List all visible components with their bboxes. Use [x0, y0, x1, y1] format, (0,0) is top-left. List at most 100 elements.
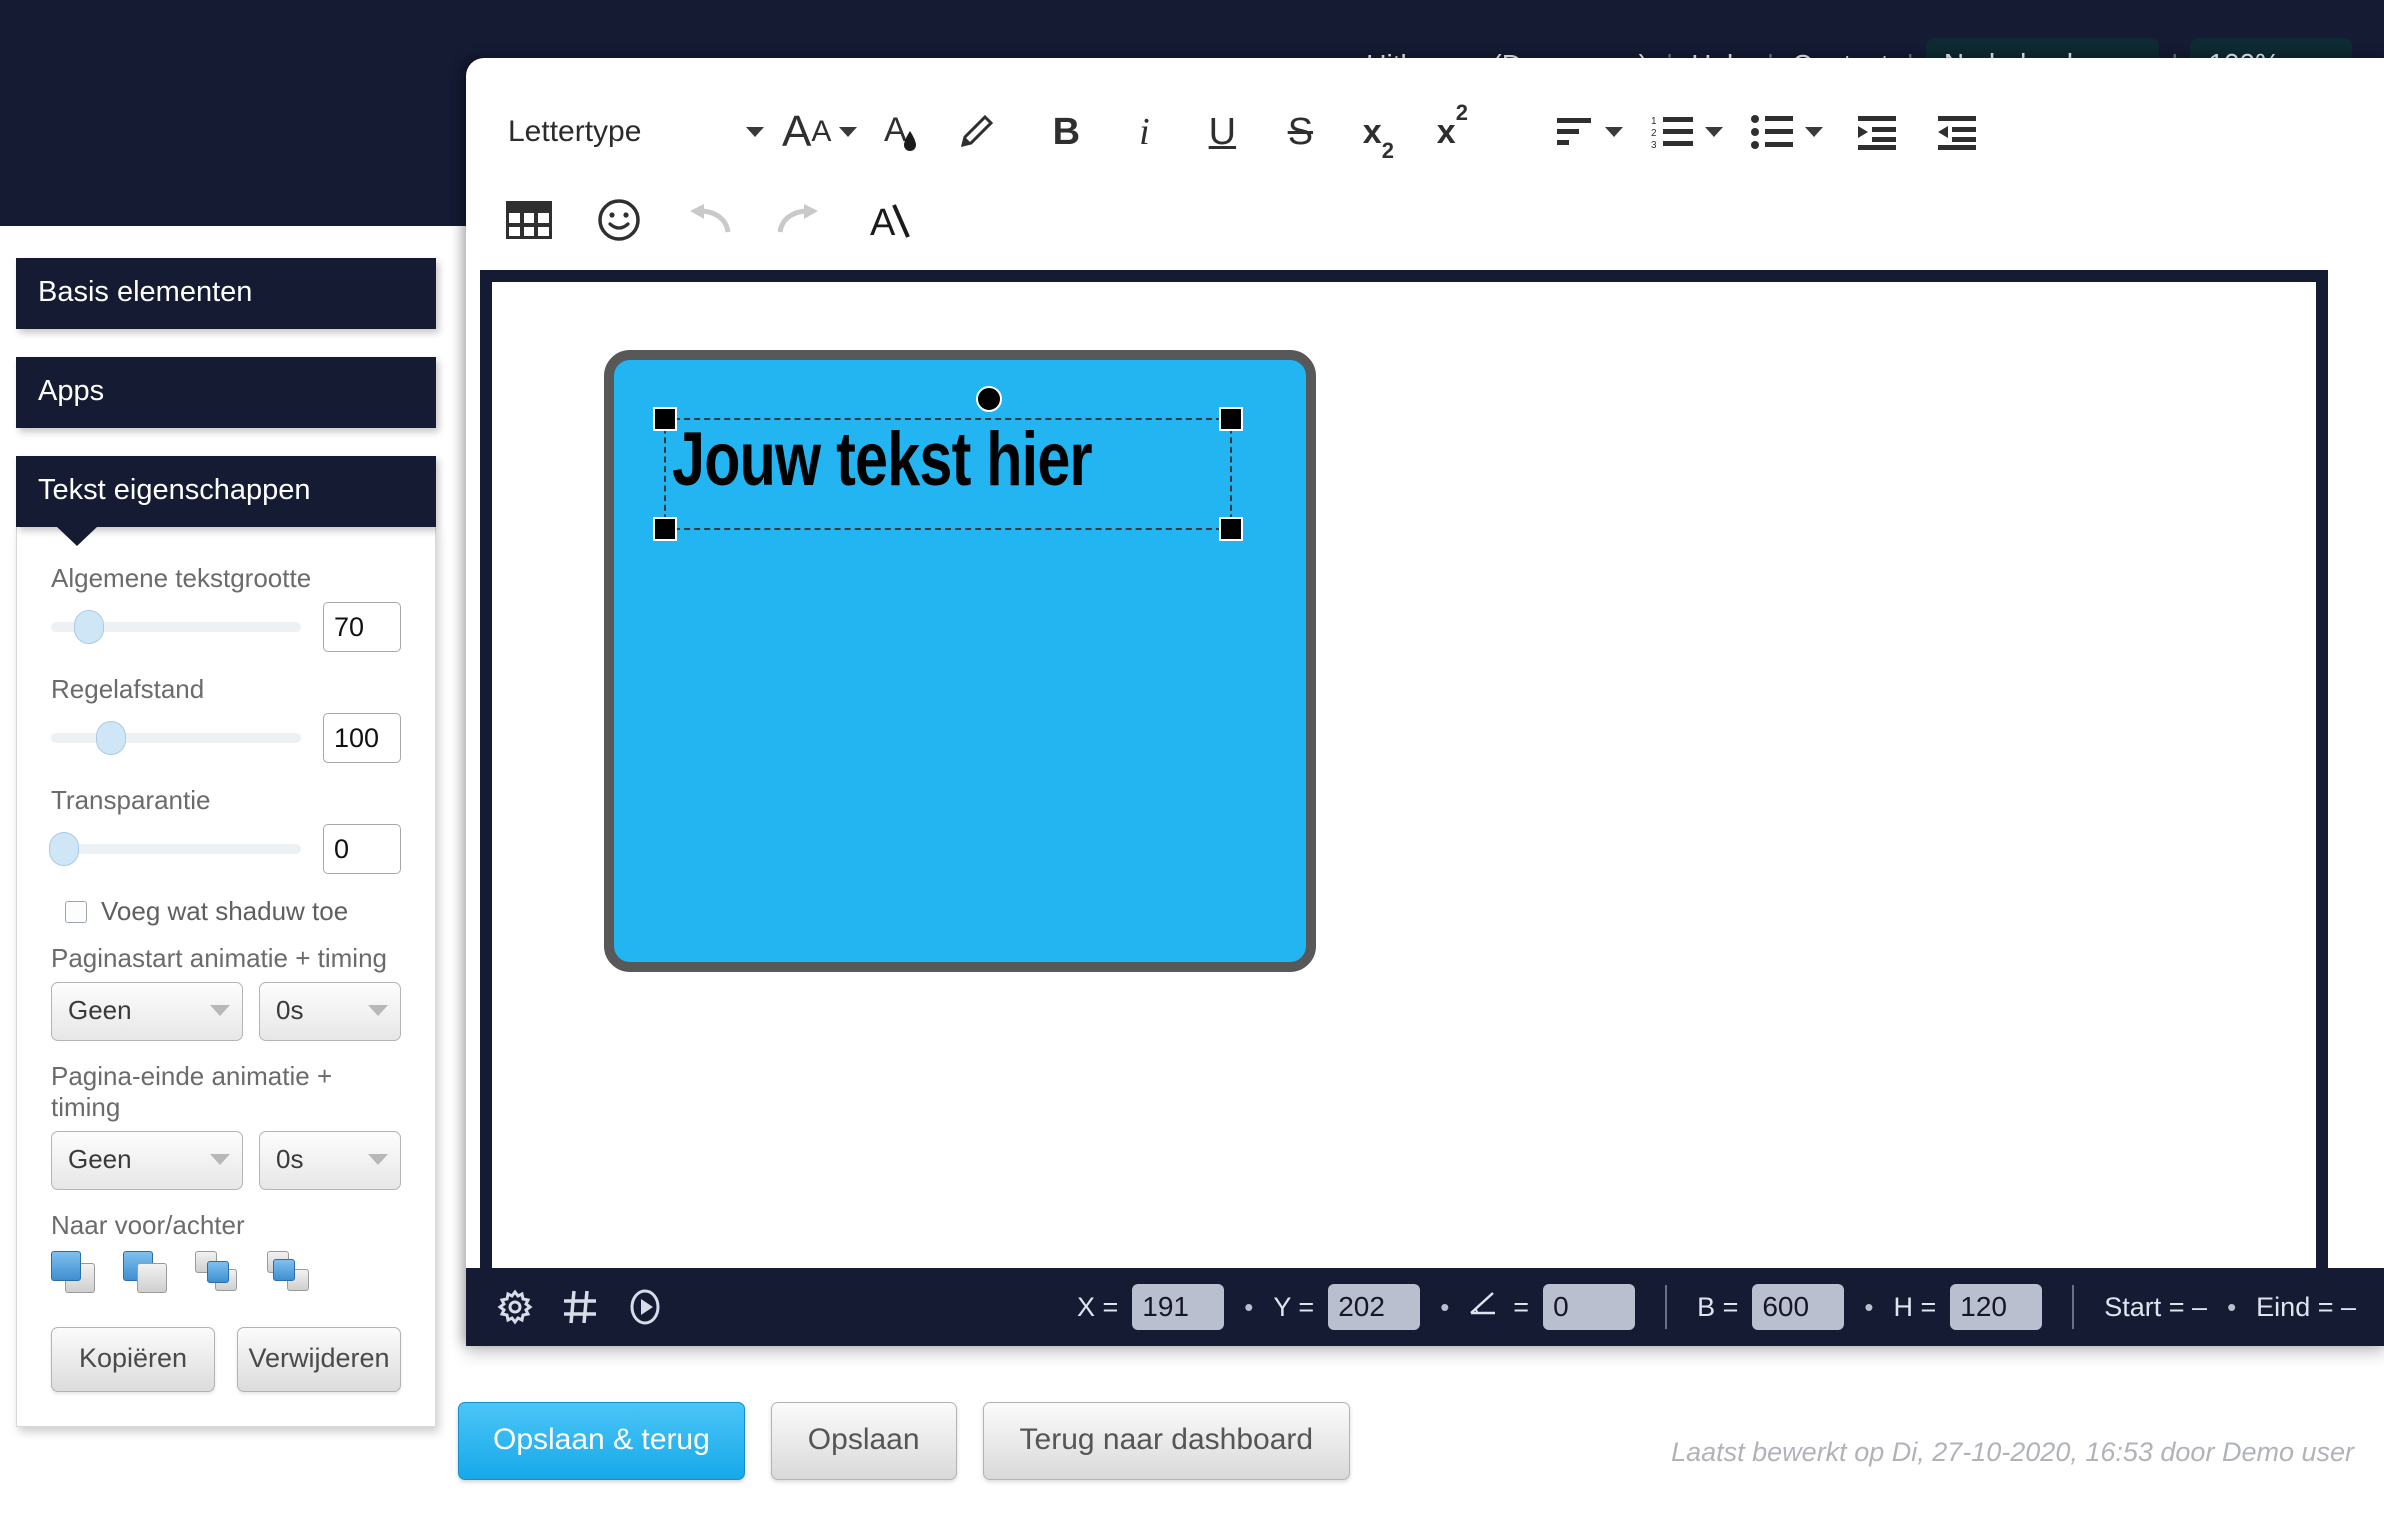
last-edited-text: Laatst bewerkt op Di, 27-10-2020, 16:53 …: [1671, 1437, 2354, 1467]
superscript-index: 2: [1455, 100, 1468, 125]
slider-track-line-spacing[interactable]: [51, 721, 301, 755]
label-line-spacing: Regelafstand: [51, 674, 205, 704]
svg-text:1: 1: [1651, 116, 1657, 127]
input-transparency[interactable]: [323, 824, 401, 874]
strikethrough-icon[interactable]: S: [1273, 100, 1327, 164]
start-animation-row: Geen 0s: [51, 982, 401, 1041]
font-family-select[interactable]: Lettertype: [496, 115, 728, 149]
clear-formatting-icon[interactable]: A: [862, 188, 916, 252]
toolbar-row-1: Lettertype AA A B i U S x 2 x 2 1 2 3: [496, 84, 2384, 180]
status-bar-fields: X = • Y = • = B = • H = Start = –: [1077, 1284, 2384, 1330]
slider-track-transparency[interactable]: [48, 832, 301, 866]
sidebar-panel-text-properties[interactable]: Tekst eigenschappen: [16, 456, 436, 546]
strikethrough-label: S: [1287, 110, 1314, 153]
slider-row-line-spacing: [51, 713, 401, 763]
resize-handle-bottom-right[interactable]: [1219, 517, 1243, 541]
shadow-checkbox[interactable]: [65, 900, 87, 923]
font-family-caret-icon[interactable]: [728, 100, 782, 164]
sidebar-panel-apps[interactable]: Apps: [16, 357, 436, 428]
canvas-frame: Jouw tekst hier: [480, 270, 2328, 1280]
canvas-status-bar: X = • Y = • = B = • H = Start = –: [466, 1268, 2384, 1346]
slider-knob-text-size[interactable]: [73, 610, 104, 644]
bold-icon[interactable]: B: [1039, 100, 1093, 164]
select-end-timing[interactable]: 0s: [258, 1131, 401, 1190]
svg-text:A: A: [884, 111, 907, 149]
divider: [2072, 1285, 2075, 1329]
angle-icon: [1469, 1291, 1499, 1324]
redo-icon[interactable]: [772, 188, 826, 252]
select-start-timing[interactable]: 0s: [258, 982, 401, 1041]
y-input[interactable]: [1328, 1284, 1421, 1330]
start-time-label: Start = –: [2104, 1291, 2208, 1322]
x-input[interactable]: [1132, 1284, 1225, 1330]
resize-handle-top-left[interactable]: [653, 407, 677, 431]
svg-text:2: 2: [1651, 128, 1657, 139]
bring-to-front-icon[interactable]: [51, 1251, 103, 1293]
align-icon[interactable]: [1555, 100, 1624, 164]
text-color-icon[interactable]: A: [875, 100, 929, 164]
slider-knob-line-spacing[interactable]: [96, 721, 126, 755]
field-dot: •: [1440, 1291, 1450, 1322]
width-input[interactable]: [1752, 1284, 1845, 1330]
rounded-rectangle-shape[interactable]: Jouw tekst hier: [604, 350, 1316, 972]
label-z-order: Naar voor/achter: [51, 1210, 245, 1240]
highlighter-icon[interactable]: [947, 100, 1001, 164]
select-start-animation[interactable]: Geen: [51, 982, 243, 1041]
z-order-buttons: [51, 1251, 401, 1293]
angle-input[interactable]: [1543, 1284, 1636, 1330]
gear-icon[interactable]: [496, 1288, 534, 1326]
sidebar-panel-text-label: Tekst eigenschappen: [38, 474, 311, 506]
bring-forward-icon[interactable]: [195, 1251, 247, 1293]
subscript-icon[interactable]: x2: [1351, 100, 1405, 164]
selected-text-element[interactable]: Jouw tekst hier: [653, 407, 1243, 541]
rotate-handle[interactable]: [976, 386, 1002, 412]
send-to-back-icon[interactable]: [123, 1251, 175, 1293]
numbered-list-icon[interactable]: 1 2 3: [1651, 100, 1724, 164]
slider-track-text-size[interactable]: [51, 610, 301, 644]
label-start-animation: Paginastart animatie + timing: [51, 943, 388, 973]
field-dot: •: [1864, 1291, 1874, 1322]
resize-handle-bottom-left[interactable]: [653, 517, 677, 541]
select-end-timing-value: 0s: [275, 1144, 304, 1174]
send-backward-icon[interactable]: [267, 1251, 319, 1293]
indent-decrease-icon[interactable]: [1931, 100, 1985, 164]
input-text-size[interactable]: [323, 602, 401, 652]
delete-button[interactable]: Verwijderen: [237, 1327, 401, 1392]
text-element-content: Jouw tekst hier: [672, 417, 1093, 502]
grid-icon[interactable]: [562, 1289, 598, 1325]
save-button[interactable]: Opslaan: [770, 1402, 957, 1480]
chevron-down-icon: [209, 1154, 230, 1165]
resize-handle-top-right[interactable]: [1219, 407, 1243, 431]
emoji-icon[interactable]: [592, 188, 646, 252]
indent-increase-icon[interactable]: [1851, 100, 1905, 164]
slider-knob-transparency[interactable]: [48, 832, 79, 866]
canvas-page[interactable]: Jouw tekst hier: [492, 282, 2316, 1268]
table-icon[interactable]: [502, 188, 556, 252]
save-and-back-button[interactable]: Opslaan & terug: [458, 1402, 745, 1480]
height-label: H =: [1893, 1291, 1937, 1322]
input-line-spacing[interactable]: [323, 713, 401, 763]
end-time-label: Eind = –: [2256, 1291, 2356, 1322]
font-size-icon[interactable]: AA: [782, 100, 858, 164]
underline-icon[interactable]: U: [1195, 100, 1249, 164]
height-input[interactable]: [1950, 1284, 2043, 1330]
divider: [1665, 1285, 1668, 1329]
editor-toolbar: Lettertype AA A B i U S x 2 x 2 1 2 3 A: [466, 58, 2384, 260]
end-animation-row: Geen 0s: [51, 1131, 401, 1190]
x-label: X =: [1077, 1291, 1119, 1322]
select-end-animation[interactable]: Geen: [51, 1131, 243, 1190]
bullet-list-icon[interactable]: [1751, 100, 1824, 164]
undo-icon[interactable]: [682, 188, 736, 252]
superscript-icon[interactable]: x2: [1425, 100, 1479, 164]
label-transparency: Transparantie: [51, 785, 211, 815]
editor-window: Lettertype AA A B i U S x 2 x 2 1 2 3 A …: [466, 58, 2384, 1346]
toolbar-row-2: A: [496, 180, 2384, 260]
sidebar-panel-basis-label: Basis elementen: [38, 276, 253, 308]
sidebar-panel-basis-elementen[interactable]: Basis elementen: [16, 258, 436, 329]
back-to-dashboard-button[interactable]: Terug naar dashboard: [982, 1402, 1351, 1480]
play-icon[interactable]: [626, 1288, 664, 1326]
italic-icon[interactable]: i: [1117, 100, 1171, 164]
chevron-down-icon: [368, 1005, 388, 1016]
copy-button[interactable]: Kopiëren: [51, 1327, 215, 1392]
shadow-checkbox-row: Voeg wat shaduw toe: [65, 896, 401, 927]
